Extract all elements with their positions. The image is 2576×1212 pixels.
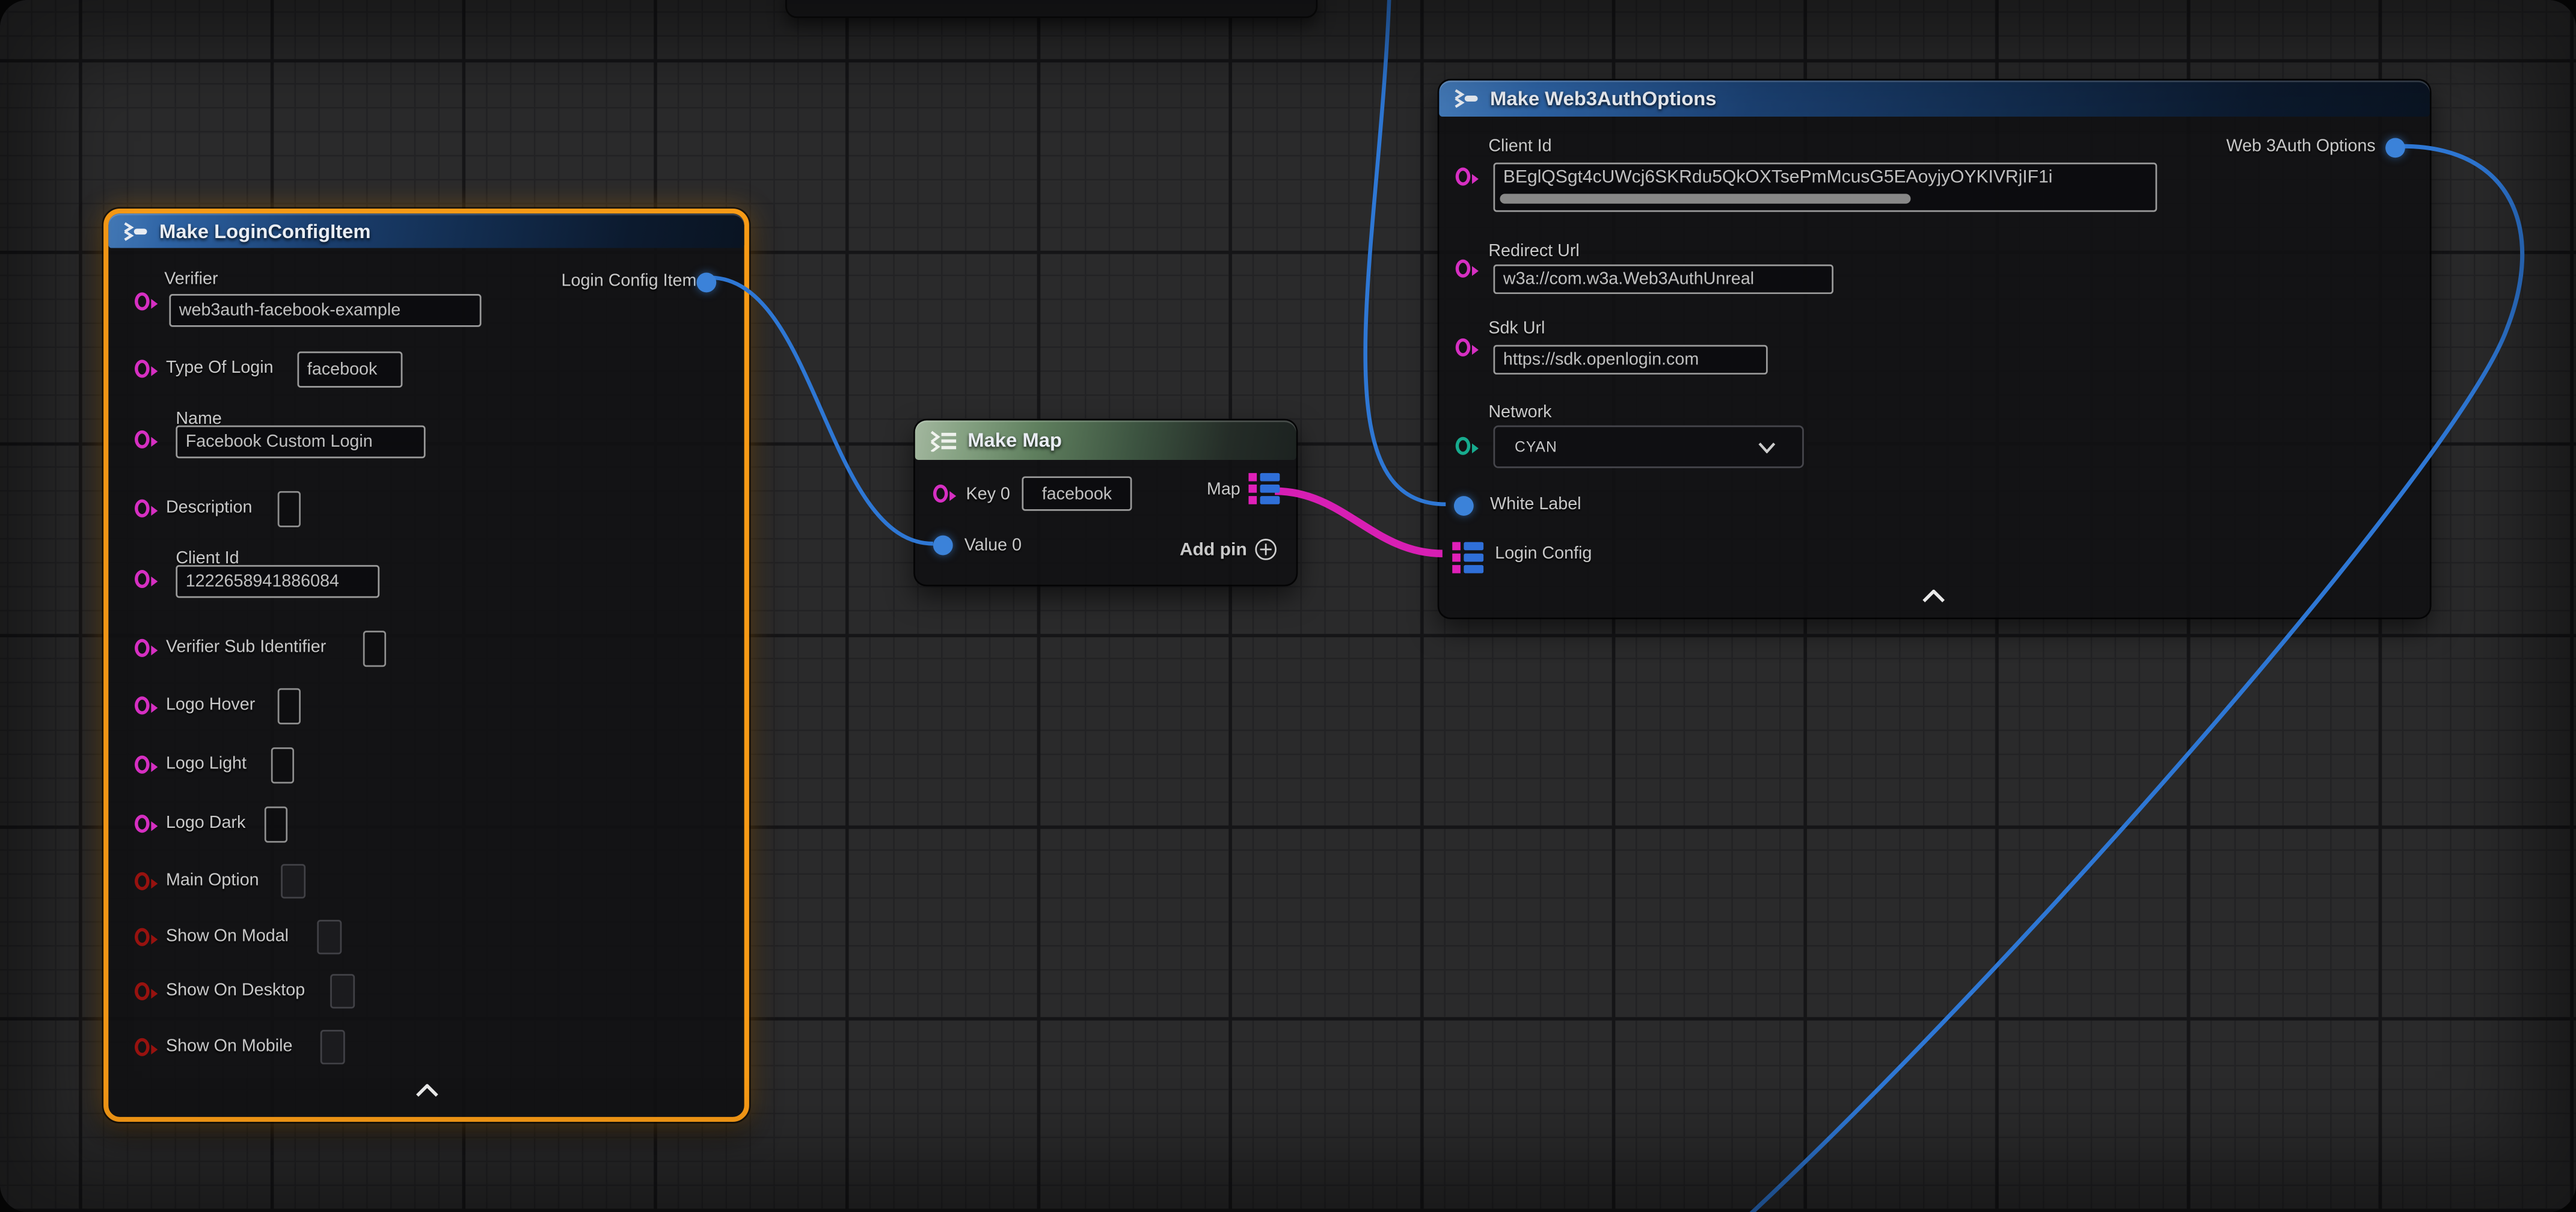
network-dropdown[interactable]: CYAN (1494, 426, 1804, 468)
pin-label-white-label: White Label (1490, 494, 1581, 514)
sdk-url-input[interactable]: https://sdk.openlogin.com (1494, 345, 1768, 375)
pin-label-logo-hover: Logo Hover (166, 695, 255, 715)
add-pin-icon (1255, 539, 1277, 560)
pin-web3auth-options-out[interactable] (2385, 138, 2405, 158)
verifier-input[interactable]: web3auth-facebook-example (169, 294, 481, 327)
pin-logo-dark[interactable] (135, 815, 150, 833)
pin-label-verifier-sub-identifier: Verifier Sub Identifier (166, 637, 326, 657)
logo-light-input[interactable] (271, 747, 294, 783)
logo-dark-input[interactable] (265, 806, 287, 842)
collapse-chevron-icon[interactable] (1922, 590, 1945, 603)
node-title: Make Map (968, 429, 1062, 451)
node-title: Make Web3AuthOptions (1490, 87, 1716, 110)
node-make-web3auth-options[interactable]: Make Web3AuthOptions Web 3Auth Options C… (1438, 79, 2432, 619)
pin-map-out[interactable] (1248, 473, 1280, 504)
wire-map-to-loginconfig (1275, 491, 1443, 554)
pin-type-of-login[interactable] (135, 360, 150, 378)
blueprint-graph-canvas[interactable]: Make LoginConfigItem Verifier web3auth-f… (0, 0, 2576, 1212)
pin-key-0[interactable] (933, 485, 948, 503)
name-input[interactable]: Facebook Custom Login (176, 426, 425, 459)
make-map-icon (928, 429, 958, 451)
pin-label-key-0: Key 0 (966, 485, 1010, 504)
pin-main-option[interactable] (135, 872, 150, 890)
make-struct-icon (121, 221, 149, 240)
pin-sdk-url[interactable] (1456, 338, 1471, 357)
type-of-login-input[interactable]: facebook (298, 352, 403, 388)
pin-login-config[interactable] (1452, 542, 1483, 574)
pin-label-show-on-mobile: Show On Mobile (166, 1036, 293, 1056)
verifier-sub-identifier-input[interactable] (363, 631, 386, 667)
pin-label-network: Network (1488, 402, 1551, 422)
client-id-hscrollbar[interactable] (1500, 194, 1910, 203)
network-selected-value: CYAN (1515, 438, 1557, 454)
node-header[interactable]: Make Map (915, 420, 1296, 460)
pin-client-id[interactable] (1456, 168, 1471, 186)
key-0-input[interactable]: facebook (1022, 476, 1132, 510)
pin-verifier-sub-identifier[interactable] (135, 639, 150, 657)
pin-label-description: Description (166, 498, 253, 518)
pin-name[interactable] (135, 430, 150, 448)
node-title: Make LoginConfigItem (159, 219, 371, 242)
show-on-mobile-checkbox[interactable] (320, 1030, 345, 1064)
pin-network[interactable] (1456, 437, 1471, 455)
pin-label-map-out: Map (1207, 480, 1240, 500)
node-header[interactable]: Make LoginConfigItem (108, 213, 744, 248)
logo-hover-input[interactable] (278, 688, 301, 724)
add-pin-label: Add pin (1180, 540, 1247, 560)
chevron-down-icon (1758, 442, 1776, 453)
pin-label-main-option: Main Option (166, 871, 259, 890)
pin-verifier[interactable] (135, 292, 150, 310)
main-option-checkbox[interactable] (281, 864, 305, 898)
pin-client-id[interactable] (135, 570, 150, 588)
offscreen-node-stub[interactable] (785, 0, 1317, 18)
pin-show-on-desktop[interactable] (135, 982, 150, 1000)
pin-label-logo-dark: Logo Dark (166, 813, 245, 833)
node-make-map[interactable]: Make Map Key 0 facebook Map Value 0 Add … (913, 419, 1298, 587)
pin-label-client-id: Client Id (1488, 136, 1551, 156)
pin-show-on-modal[interactable] (135, 928, 150, 946)
pin-white-label[interactable] (1454, 496, 1474, 516)
collapse-chevron-icon[interactable] (416, 1084, 438, 1097)
pin-label-show-on-modal: Show On Modal (166, 926, 289, 946)
add-pin-button[interactable]: Add pin (1180, 539, 1277, 560)
pin-login-config-item-out[interactable] (696, 273, 716, 293)
redirect-url-input[interactable]: w3a://com.w3a.Web3AuthUnreal (1494, 265, 1834, 294)
pin-value-0[interactable] (933, 536, 953, 556)
blueprint-editor-viewport: Make LoginConfigItem Verifier web3auth-f… (0, 0, 2576, 1212)
description-input[interactable] (278, 491, 301, 527)
pin-label-value-0: Value 0 (964, 536, 1022, 556)
pin-label-web3auth-options-out: Web 3Auth Options (2226, 136, 2375, 156)
pin-label-login-config-item: Login Config Item (562, 271, 697, 291)
wire-top-to-whitelabel (1366, 0, 1446, 504)
client-id-input[interactable]: 1222658941886084 (176, 565, 379, 598)
make-struct-icon (1452, 89, 1480, 109)
pin-label-type-of-login: Type Of Login (166, 358, 274, 378)
pin-label-show-on-desktop: Show On Desktop (166, 981, 305, 1000)
node-header[interactable]: Make Web3AuthOptions (1439, 81, 2429, 117)
pin-label-login-config: Login Config (1495, 543, 1592, 563)
pin-logo-hover[interactable] (135, 696, 150, 714)
pin-description[interactable] (135, 500, 150, 518)
pin-label-verifier: Verifier (164, 269, 218, 289)
pin-label-redirect-url: Redirect Url (1488, 242, 1579, 262)
show-on-desktop-checkbox[interactable] (330, 974, 355, 1008)
node-make-login-config-item[interactable]: Make LoginConfigItem Verifier web3auth-f… (103, 209, 749, 1122)
pin-redirect-url[interactable] (1456, 260, 1471, 278)
pin-show-on-mobile[interactable] (135, 1038, 150, 1056)
pin-label-logo-light: Logo Light (166, 754, 247, 774)
pin-logo-light[interactable] (135, 756, 150, 774)
pin-label-sdk-url: Sdk Url (1488, 319, 1545, 338)
client-id-input[interactable]: BEglQSgt4cUWcj6SKRdu5QkOXTsePmMcusG5EAoy… (1494, 162, 2157, 212)
show-on-modal-checkbox[interactable] (317, 920, 342, 954)
